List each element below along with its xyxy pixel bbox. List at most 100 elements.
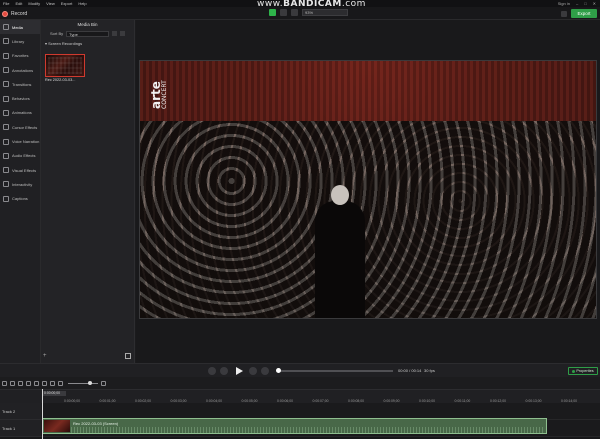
sidebar-item-audio-effects[interactable]: Audio Effects <box>0 149 40 163</box>
sidebar-item-label: Cursor Effects <box>12 124 38 130</box>
minimize-icon[interactable]: – <box>576 1 578 6</box>
menu-view[interactable]: View <box>46 1 55 6</box>
undo-icon[interactable] <box>2 380 7 386</box>
add-media-icon[interactable]: + <box>43 353 48 359</box>
maximize-icon[interactable]: □ <box>584 1 586 6</box>
timeline-toolbar-spacer <box>0 363 136 377</box>
menu-export[interactable]: Export <box>61 1 73 6</box>
next-frame-icon[interactable] <box>261 367 269 375</box>
list-view-icon[interactable] <box>112 31 118 36</box>
track-1-label[interactable]: Track 1 <box>0 420 41 437</box>
sidebar-item-library[interactable]: Library <box>0 34 40 48</box>
paste-icon[interactable] <box>34 380 39 386</box>
sidebar-item-favorites[interactable]: Favorites <box>0 49 40 63</box>
sidebar-item-voice-narration[interactable]: Voice Narration <box>0 134 40 148</box>
sort-select[interactable]: Type <box>66 30 110 37</box>
media-bin-title: Media Bin <box>77 22 98 27</box>
crop-tool-icon[interactable] <box>291 9 298 16</box>
interactivity-icon <box>3 181 9 188</box>
record-button[interactable]: Record <box>2 9 27 18</box>
menu-file[interactable]: File <box>3 1 9 6</box>
canvas-area[interactable]: arte CONCERT <box>136 20 600 363</box>
clip-waveform <box>71 427 545 433</box>
sidebar-item-media[interactable]: Media <box>0 20 40 35</box>
canvas-tools: 93% <box>269 9 348 16</box>
timeline-ruler[interactable]: 0:00:00;00 0:00:00;00 0:00:01;00 0:00:02;0… <box>0 389 600 403</box>
pan-tool-icon[interactable] <box>280 9 287 16</box>
playhead-time[interactable]: 0:00:00;00 <box>42 391 66 396</box>
zoom-out-icon[interactable] <box>58 380 63 386</box>
transitions-icon <box>3 81 9 88</box>
library-icon <box>3 38 9 45</box>
sidebar-item-label: Interactivity <box>12 181 33 187</box>
annotations-icon <box>3 67 9 74</box>
properties-icon <box>572 369 576 373</box>
sidebar-item-label: Favorites <box>12 53 29 59</box>
step-back-icon[interactable] <box>220 367 228 375</box>
arte-concert-logo: arte CONCERT <box>149 80 168 109</box>
sidebar-item-label: Media <box>12 24 23 30</box>
playhead-line[interactable] <box>42 389 43 439</box>
media-thumbnail-label: Rec 2022-03-03... <box>45 78 76 82</box>
sort-label: Sort By <box>50 31 64 36</box>
cursor-effects-icon <box>3 124 9 131</box>
sidebar-item-captions[interactable]: Captions <box>0 192 40 206</box>
playback-time: 00:00 / 00:14 <box>398 368 422 373</box>
prev-frame-icon[interactable] <box>249 367 257 375</box>
bin-layout-icon[interactable] <box>125 353 131 359</box>
cut-icon[interactable] <box>18 380 23 386</box>
copy-icon[interactable] <box>26 380 31 386</box>
track-2-label[interactable]: Track 2 <box>0 403 41 420</box>
scrub-track[interactable] <box>277 370 393 372</box>
properties-button[interactable]: Properties <box>568 367 598 375</box>
sidebar-item-behaviors[interactable]: Behaviors <box>0 91 40 105</box>
timeline-zoom-slider[interactable] <box>68 380 98 385</box>
menu-edit[interactable]: Edit <box>15 1 22 6</box>
export-button[interactable]: Export <box>571 9 597 18</box>
sidebar-item-visual-effects[interactable]: Visual Effects <box>0 163 40 177</box>
zoom-in-icon[interactable] <box>101 380 106 386</box>
sidebar-item-label: Voice Narration <box>12 139 40 145</box>
menu-help[interactable]: Help <box>78 1 86 6</box>
redo-icon[interactable] <box>10 380 15 386</box>
clip-label: Rec 2022-03-03 (Screen) <box>73 421 119 426</box>
sidebar-item-label: Audio Effects <box>12 153 36 159</box>
zoom-select[interactable]: 93% <box>302 9 348 16</box>
media-thumbnail[interactable] <box>45 54 85 77</box>
media-icon <box>3 24 9 31</box>
scrub-handle[interactable] <box>276 368 281 373</box>
timeline-zoom-handle[interactable] <box>88 380 92 385</box>
sidebar-item-cursor-effects[interactable]: Cursor Effects <box>0 120 40 134</box>
video-preview[interactable]: arte CONCERT <box>139 60 597 319</box>
sign-in-link[interactable]: Sign in <box>558 1 570 6</box>
split-icon[interactable] <box>42 380 47 386</box>
play-icon[interactable] <box>234 366 244 376</box>
sidebar-item-transitions[interactable]: Transitions <box>0 77 40 91</box>
sidebar-item-label: Annotations <box>12 67 34 73</box>
animations-icon <box>3 109 9 116</box>
sidebar-item-label: Behaviors <box>12 96 30 102</box>
screen-recordings-header[interactable]: ▾ Screen Recordings <box>41 41 134 46</box>
snapshot-icon[interactable] <box>50 380 55 386</box>
timeline-clip[interactable]: Rec 2022-03-03 (Screen) <box>42 418 547 434</box>
favorites-icon <box>3 52 9 59</box>
sidebar-item-annotations[interactable]: Annotations <box>0 63 40 77</box>
record-icon <box>2 10 8 17</box>
clip-thumbnail <box>44 420 70 432</box>
toolbar-right: Export <box>561 9 597 18</box>
frame-rate: 30 fps <box>424 368 435 373</box>
captions-icon <box>3 195 9 202</box>
rewind-icon[interactable] <box>208 367 216 375</box>
orchestra-scene <box>140 121 596 318</box>
share-icon[interactable] <box>561 10 567 17</box>
voice-narration-icon <box>3 138 9 145</box>
sidebar-item-animations[interactable]: Animations <box>0 106 40 120</box>
select-tool-icon[interactable] <box>269 9 276 16</box>
sidebar-item-label: Visual Effects <box>12 167 37 173</box>
playback-bar: 00:00 / 00:14 30 fps Properties <box>136 363 600 377</box>
menu-modify[interactable]: Modify <box>28 1 40 6</box>
sidebar-item-interactivity[interactable]: Interactivity <box>0 177 40 191</box>
sidebar-item-label: Animations <box>12 110 32 116</box>
close-icon[interactable]: ✕ <box>593 1 596 6</box>
grid-view-icon[interactable] <box>120 31 126 36</box>
